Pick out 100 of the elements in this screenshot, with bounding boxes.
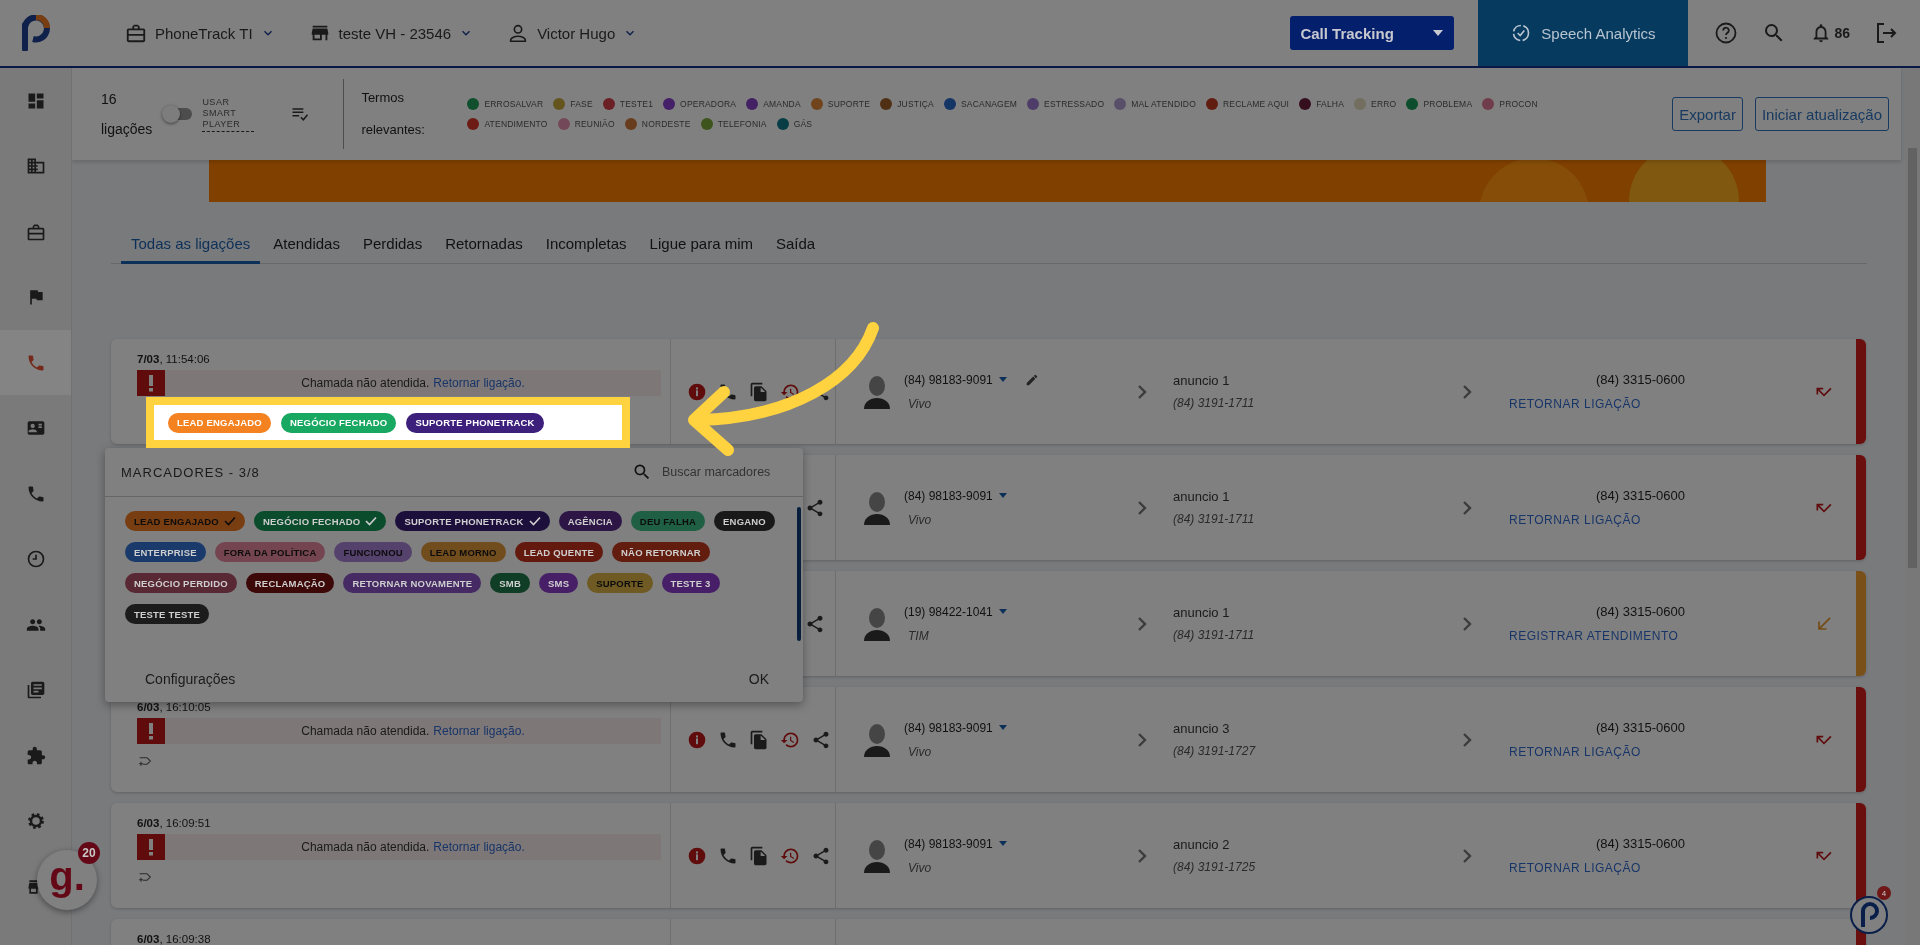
store-dropdown[interactable]: teste VH - 23546 (308, 22, 474, 44)
status-message: Chamada não atendida. Retornar ligação. (165, 718, 661, 744)
settings-button[interactable]: Configurações (145, 671, 236, 687)
caller-number[interactable]: (84) 98183-9091 (904, 836, 993, 851)
pencil-icon[interactable] (1024, 372, 1039, 387)
marker-tag[interactable]: SUPORTE PHONETRACK (395, 511, 550, 531)
return-call-link[interactable]: Retornar ligação. (433, 376, 525, 390)
caller-number[interactable]: (84) 98183-9091 (904, 720, 993, 735)
marker-tag[interactable]: SMB (490, 573, 531, 593)
speech-analytics-icon (1511, 23, 1532, 43)
caller-number[interactable]: (84) 98183-9091 (904, 372, 993, 387)
call-action-link[interactable]: RETORNAR LIGAÇÃO (1509, 745, 1791, 759)
legend-label: RECLAME AQUI (1222, 99, 1290, 109)
campaign-name: anuncio 3 (1173, 721, 1231, 736)
popup-title: MARCADORES - 3/8 (121, 464, 261, 480)
search-field[interactable]: Buscar marcadores (662, 465, 782, 479)
marker-tag[interactable]: NEGÓCIO FECHADO (253, 511, 387, 531)
help-widget[interactable] (1849, 895, 1889, 935)
building-icon (25, 156, 46, 177)
legend-label: ATENDIMENTO (484, 119, 548, 129)
call-datetime: 6/03, 16:10:05 (137, 701, 212, 715)
chevron-right-icon (1136, 847, 1148, 864)
help-icon[interactable] (1714, 21, 1739, 45)
caret-down-icon[interactable] (998, 841, 1007, 846)
info-icon[interactable] (687, 381, 707, 402)
return-call-link[interactable]: Retornar ligação. (433, 840, 525, 854)
legend-label: GÁS (793, 119, 813, 129)
tab[interactable]: Perdidas (352, 216, 433, 264)
tab[interactable]: Retornadas (435, 216, 533, 264)
tab[interactable]: Atendidas (263, 216, 350, 264)
caller-number[interactable]: (84) 98183-9091 (904, 488, 993, 503)
marker-tag[interactable]: RETORNAR NOVAMENTE (343, 573, 482, 593)
marker-tag[interactable]: FORA DA POLÍTICA (214, 542, 326, 562)
marker-tag[interactable]: AGÊNCIA (558, 511, 622, 531)
legend-label: SUPORTE (827, 99, 871, 109)
marker-tag[interactable]: LEAD QUENTE (514, 542, 603, 562)
logo[interactable] (22, 15, 50, 51)
alert-icon (137, 718, 165, 744)
marker-tag[interactable]: ENGANO (714, 511, 775, 531)
speech-analytics-button[interactable]: Speech Analytics (1478, 0, 1689, 66)
marker-tag[interactable]: SUPORTE (587, 573, 653, 593)
legend-label: MAL ATENDIDO (1131, 99, 1196, 109)
marker-tag[interactable]: LEAD ENGAJADO (125, 511, 245, 531)
call-action-link[interactable]: RETORNAR LIGAÇÃO (1509, 397, 1791, 411)
legend-label: JUSTIÇA (897, 99, 934, 109)
product-select[interactable]: Call Tracking (1290, 16, 1455, 50)
marker-tag[interactable]: NÃO RETORNAR (612, 542, 710, 562)
refresh-button[interactable]: Iniciar atualização (1754, 97, 1889, 131)
legend-label: ERROSALVAR (484, 99, 544, 109)
info-icon[interactable] (687, 729, 707, 750)
marker-tag[interactable]: TESTE TESTE (125, 604, 210, 624)
caret-down-icon[interactable] (998, 725, 1007, 730)
avatar-silhouette (862, 606, 892, 641)
user-dropdown[interactable]: Victor Hugo (507, 22, 638, 44)
chevron-right-icon (1136, 383, 1148, 400)
tab[interactable]: Incompletas (535, 216, 637, 264)
chevron-right-icon (1136, 731, 1148, 748)
check-icon (365, 516, 378, 526)
notifications-button[interactable]: 86 (1810, 22, 1850, 44)
alert-icon (137, 834, 165, 860)
marker-tag[interactable]: DEU FALHA (630, 511, 706, 531)
export-button[interactable]: Exportar (1672, 97, 1743, 131)
ok-button[interactable]: OK (748, 671, 769, 687)
document-icon[interactable] (749, 845, 769, 866)
caret-down-icon[interactable] (998, 377, 1007, 382)
caret-down-icon[interactable] (998, 609, 1007, 614)
tab[interactable]: Ligue para mim (639, 216, 763, 264)
document-icon[interactable] (749, 381, 769, 402)
call-datetime: 6/03, 16:09:51 (137, 817, 212, 831)
marker-tag[interactable]: RECLAMAÇÃO (245, 573, 335, 593)
marker-tag[interactable]: TESTE 3 (661, 573, 720, 593)
call-action-link[interactable]: RETORNAR LIGAÇÃO (1509, 513, 1791, 527)
destination-number: (84) 3315-0600 (1595, 836, 1686, 851)
carrier-name: TIM (908, 628, 930, 643)
campaign-number: (84) 3191-1725 (1173, 860, 1257, 874)
tab[interactable]: Saída (766, 216, 826, 264)
campaign-number: (84) 3191-1711 (1173, 628, 1256, 642)
destination-number: (84) 3315-0600 (1595, 488, 1686, 503)
call-action-link[interactable]: REGISTRAR ATENDIMENTO (1509, 629, 1791, 643)
account-dropdown[interactable]: PhoneTrack TI (125, 22, 275, 44)
marker-tag[interactable]: SMS (539, 573, 579, 593)
marker-tag[interactable]: ENTERPRISE (125, 542, 206, 562)
scrollbar-thumb[interactable] (797, 507, 801, 641)
legend-label: OPERADORA (680, 99, 737, 109)
legend-label: AMANDA (763, 99, 801, 109)
destination-number: (84) 3315-0600 (1595, 604, 1686, 619)
legend-label: ERRO (1371, 99, 1397, 109)
return-call-link[interactable]: Retornar ligação. (433, 724, 525, 738)
info-icon[interactable] (687, 845, 707, 866)
call-action-link[interactable]: RETORNAR LIGAÇÃO (1509, 861, 1791, 875)
tab[interactable]: Todas as ligações (121, 216, 261, 264)
legend-label: ESTRESSADO (1044, 99, 1105, 109)
caret-down-icon[interactable] (998, 493, 1007, 498)
legend-label: SACANAGEM (960, 99, 1018, 109)
document-icon[interactable] (749, 729, 769, 750)
legend-label: PROCON (1499, 99, 1538, 109)
marker-tag[interactable]: NEGÓCIO PERDIDO (125, 573, 237, 593)
logout-icon[interactable] (1874, 21, 1898, 45)
marker-tag[interactable]: LEAD MORNO (420, 542, 506, 562)
caller-number[interactable]: (19) 98422-1041 (904, 604, 993, 619)
